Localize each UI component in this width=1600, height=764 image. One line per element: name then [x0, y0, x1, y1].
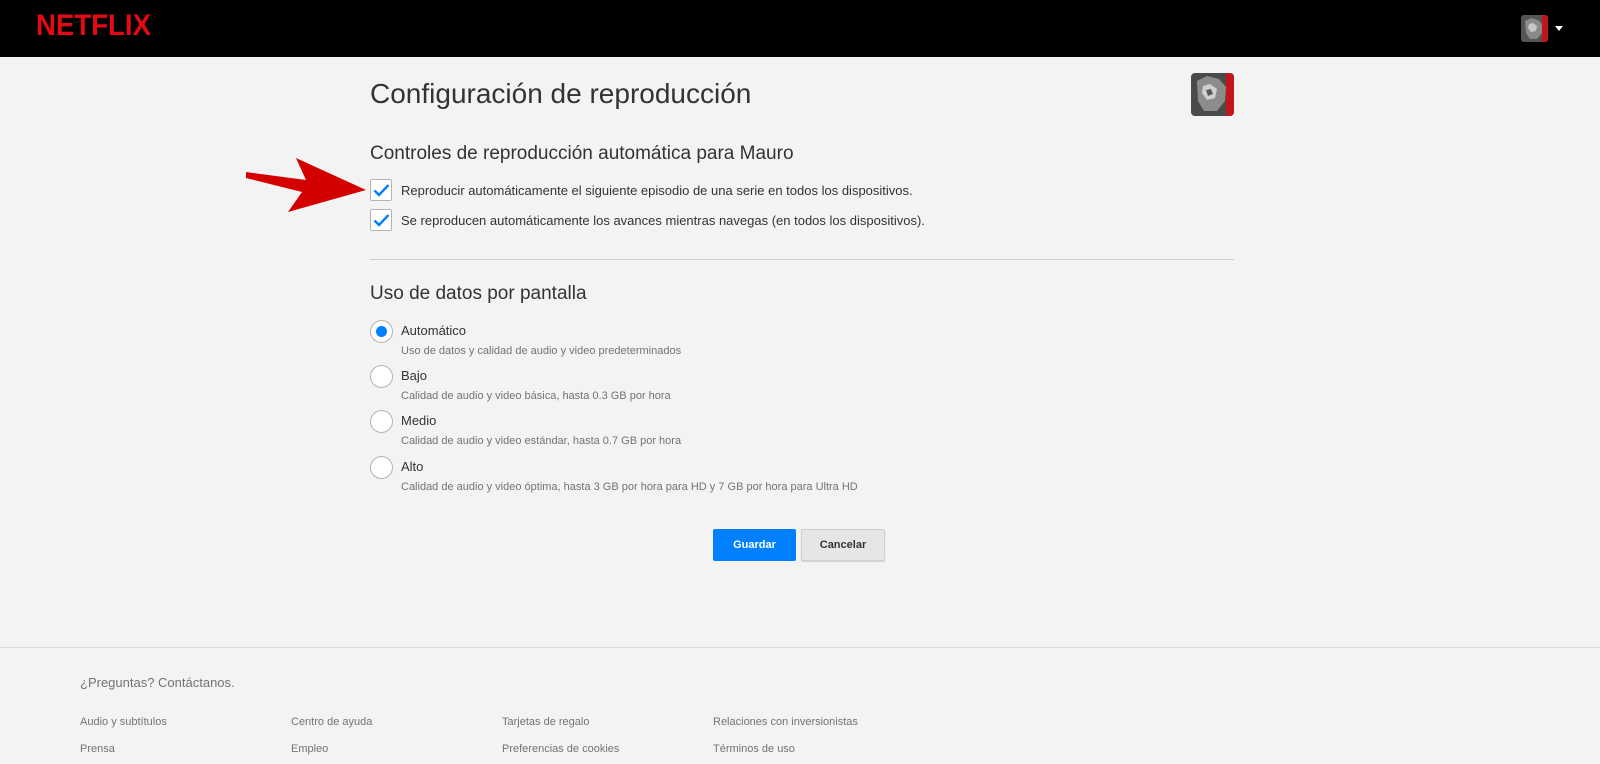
- radio-label: Alto: [401, 459, 424, 474]
- footer-link-gift-cards[interactable]: Tarjetas de regalo: [502, 716, 589, 728]
- checkbox-label: Reproducir automáticamente el siguiente …: [401, 182, 913, 198]
- footer-link-jobs[interactable]: Empleo: [291, 743, 328, 755]
- top-navigation-bar: NETFLIX: [0, 0, 1600, 57]
- checkbox-label: Se reproducen automáticamente los avance…: [401, 212, 925, 228]
- footer-link-cookie-preferences[interactable]: Preferencias de cookies: [502, 743, 619, 755]
- radio-label: Automático: [401, 323, 467, 338]
- footer-divider: [0, 647, 1600, 648]
- radio-button[interactable]: [370, 365, 393, 388]
- cancel-button[interactable]: Cancelar: [801, 529, 885, 561]
- footer-contact-link[interactable]: ¿Preguntas? Contáctanos.: [80, 675, 235, 690]
- checkmark-icon: [373, 214, 390, 227]
- radio-label: Medio: [401, 413, 437, 428]
- radio-description: Calidad de audio y video básica, hasta 0…: [401, 390, 671, 402]
- radio-button[interactable]: [370, 456, 393, 479]
- checkbox[interactable]: [370, 179, 392, 201]
- profile-avatar[interactable]: [1521, 15, 1548, 42]
- footer-link-help-center[interactable]: Centro de ayuda: [291, 716, 372, 728]
- annotation-arrow-icon: [246, 158, 366, 212]
- checkmark-icon: [373, 184, 390, 197]
- data-usage-section-title: Uso de datos por pantalla: [370, 283, 587, 304]
- autoplay-next-episode-checkbox[interactable]: Reproducir automáticamente el siguiente …: [370, 178, 913, 202]
- checkbox[interactable]: [370, 209, 392, 231]
- radio-label: Bajo: [401, 368, 428, 383]
- save-button[interactable]: Guardar: [713, 529, 796, 561]
- profile-menu-caret-icon[interactable]: [1555, 26, 1563, 31]
- autoplay-section-title: Controles de reproducción automática par…: [370, 143, 794, 164]
- footer-link-audio-subtitles[interactable]: Audio y subtítulos: [80, 716, 167, 728]
- autoplay-previews-checkbox[interactable]: Se reproducen automáticamente los avance…: [370, 208, 925, 232]
- netflix-logo[interactable]: NETFLIX: [36, 11, 151, 41]
- footer-link-terms-of-use[interactable]: Términos de uso: [713, 743, 795, 755]
- profile-picture: [1191, 73, 1234, 116]
- radio-description: Uso de datos y calidad de audio y video …: [401, 345, 682, 357]
- radio-description: Calidad de audio y video estándar, hasta…: [401, 435, 682, 447]
- footer-link-investor-relations[interactable]: Relaciones con inversionistas: [713, 716, 858, 728]
- radio-button-selected[interactable]: [370, 320, 393, 343]
- page-title: Configuración de reproducción: [370, 78, 752, 109]
- footer-link-press[interactable]: Prensa: [80, 743, 115, 755]
- section-divider: [370, 259, 1234, 260]
- radio-button[interactable]: [370, 410, 393, 433]
- radio-description: Calidad de audio y video óptima, hasta 3…: [401, 481, 858, 493]
